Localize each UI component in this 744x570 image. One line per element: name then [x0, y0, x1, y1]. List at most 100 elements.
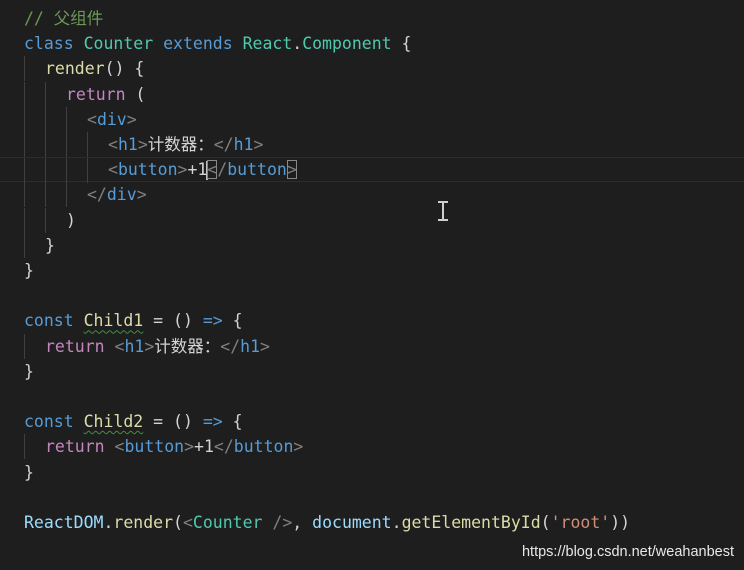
code-token: const: [24, 311, 84, 331]
code-line[interactable]: const Child1 = () => {: [0, 308, 744, 333]
code-text: // 父组件: [24, 6, 103, 31]
code-token: >: [136, 185, 147, 205]
code-token: return: [45, 437, 115, 457]
code-token: >: [177, 160, 188, 180]
code-text: </div>: [87, 182, 147, 207]
code-token: h1: [117, 135, 138, 154]
indent-guide: [45, 81, 46, 107]
code-token: (: [173, 513, 183, 532]
code-token: {: [222, 412, 243, 432]
code-token: h1: [124, 336, 145, 356]
code-line[interactable]: return <button>+1</button>: [0, 434, 744, 460]
code-line[interactable]: return <h1>计数器：</h1>: [0, 333, 744, 359]
code-token: </: [220, 336, 241, 356]
indent-guide: [24, 81, 25, 107]
code-token: // 父组件: [24, 9, 104, 28]
code-token: Child1: [83, 311, 144, 331]
code-token: 计数器：: [154, 336, 221, 356]
code-token: >: [253, 135, 264, 154]
code-text: render() {: [45, 56, 144, 81]
code-line[interactable]: }: [0, 359, 744, 384]
code-text: <div>: [87, 107, 137, 132]
code-token: ReactDOM: [24, 513, 104, 532]
code-line[interactable]: [0, 485, 744, 510]
code-line[interactable]: [0, 384, 744, 409]
code-token: Component: [302, 34, 402, 54]
code-token: Child2: [83, 412, 144, 432]
code-line[interactable]: </div>: [0, 182, 744, 208]
code-text: }: [24, 359, 34, 384]
code-token: 'root': [550, 513, 611, 532]
watermark: https://blog.csdn.net/weahanbest: [521, 544, 734, 560]
code-token: <: [114, 437, 125, 457]
indent-guide: [24, 56, 25, 82]
code-token: >: [260, 336, 270, 356]
indent-guide: [24, 207, 25, 233]
code-line[interactable]: ): [0, 207, 744, 233]
indent-guide: [45, 106, 46, 132]
code-token: .: [103, 513, 114, 532]
code-text: ): [66, 208, 76, 233]
code-token: }: [24, 462, 34, 482]
code-token: .: [292, 34, 303, 54]
code-token: >: [184, 437, 195, 457]
code-token: getElementById: [401, 513, 541, 532]
code-token: ,: [292, 513, 313, 532]
code-line[interactable]: <div>: [0, 106, 744, 132]
code-token: +1: [194, 437, 214, 457]
code-token: = (): [143, 311, 203, 331]
code-line[interactable]: }: [0, 258, 744, 283]
indent-guide: [24, 182, 25, 208]
code-text: return <h1>计数器：</h1>: [45, 334, 270, 359]
code-line[interactable]: // 父组件: [0, 6, 744, 31]
code-token: = (): [143, 412, 203, 432]
code-token: }: [24, 361, 34, 381]
code-token: return: [66, 84, 136, 104]
code-token: class: [24, 34, 84, 54]
code-token: button: [124, 437, 185, 457]
code-line[interactable]: [0, 283, 744, 308]
code-token: Counter: [83, 34, 164, 54]
indent-guide: [24, 132, 25, 157]
code-text: <button>+1</button>: [108, 158, 297, 181]
code-line[interactable]: render() {: [0, 56, 744, 82]
indent-guide: [24, 106, 25, 132]
code-token: const: [24, 412, 84, 432]
code-line[interactable]: class Counter extends React.Component {: [0, 31, 744, 56]
code-token: document: [312, 513, 392, 532]
code-line[interactable]: const Child2 = () => {: [0, 409, 744, 434]
code-line[interactable]: }: [0, 232, 744, 258]
code-line[interactable]: <button>+1</button>: [0, 157, 744, 184]
code-token: }: [24, 261, 34, 280]
indent-guide: [66, 158, 67, 184]
code-text: const Child1 = () => {: [24, 308, 243, 333]
code-editor[interactable]: // 父组件 class Counter extends React.Compon…: [0, 0, 744, 570]
code-token: extends: [163, 34, 243, 54]
indent-guide: [24, 434, 25, 460]
indent-guide: [45, 207, 46, 233]
code-token: button: [233, 437, 294, 457]
code-token: {: [401, 34, 412, 54]
code-token: <: [182, 513, 193, 532]
indent-guide: [45, 158, 46, 184]
indent-guide: [87, 158, 88, 184]
code-text: const Child2 = () => {: [24, 409, 243, 434]
code-token: 计数器：: [147, 135, 214, 154]
code-token: <: [108, 135, 118, 154]
code-line[interactable]: ReactDOM.render(<Counter />, document.ge…: [0, 510, 744, 535]
code-line[interactable]: }: [0, 460, 744, 485]
code-token: render: [45, 59, 105, 79]
code-token: (: [135, 84, 146, 104]
code-text: }: [45, 233, 55, 258]
code-token: =>: [202, 412, 223, 432]
code-text: class Counter extends React.Component {: [24, 31, 411, 56]
indent-guide: [87, 132, 88, 157]
code-token: />: [272, 513, 293, 532]
indent-guide: [24, 232, 25, 258]
code-text: }: [24, 258, 34, 283]
indent-guide: [66, 106, 67, 132]
indent-guide: [24, 333, 25, 359]
code-line[interactable]: return (: [0, 81, 744, 107]
code-token: React: [242, 34, 293, 54]
code-line[interactable]: <h1>计数器：</h1>: [0, 132, 744, 157]
